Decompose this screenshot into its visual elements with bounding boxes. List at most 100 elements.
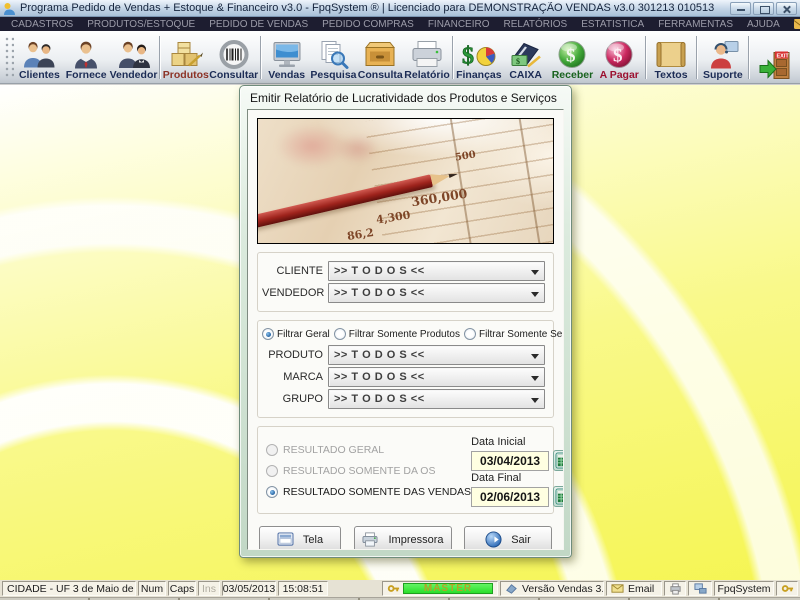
toolbar-button-clientes[interactable]: Clientes xyxy=(16,32,63,83)
filter-group: Filtrar Geral Filtrar Somente Produtos F… xyxy=(257,320,554,418)
toolbar-label-consultar: Consultar xyxy=(209,70,258,81)
exit-door-icon: EXIT xyxy=(757,50,793,81)
ledger-lines xyxy=(364,118,554,244)
toolbar-button-relatorio[interactable]: Relatório xyxy=(404,32,451,83)
impressora-button[interactable]: Impressora xyxy=(354,526,452,550)
grupo-label: GRUPO xyxy=(262,393,328,405)
toolbar-button-receber[interactable]: $ Receber xyxy=(549,32,596,83)
status-email-panel[interactable]: Email xyxy=(606,581,662,596)
date-range: Data Inicial 03/04/2013 Data Final 02/06… xyxy=(471,435,564,507)
toolbar-button-fornece[interactable]: Fornece xyxy=(63,32,110,83)
mail-icon xyxy=(611,582,624,595)
toolbar-button-textos[interactable]: Textos xyxy=(648,32,695,83)
toolbar-label-caixa: CAIXA xyxy=(509,70,542,81)
tela-button[interactable]: Tela xyxy=(259,526,341,550)
printer-icon xyxy=(409,39,445,70)
menu-item-pedido-de-vendas[interactable]: PEDIDO DE VENDAS xyxy=(202,19,315,30)
toolbar-label-suporte: Suporte xyxy=(703,70,743,81)
key-icon xyxy=(781,582,794,595)
calendar-icon xyxy=(555,488,564,505)
toolbar-button-exit[interactable]: EXIT xyxy=(751,32,798,83)
vendedor-select[interactable]: >> T O D O S << xyxy=(328,283,545,303)
status-printer-panel[interactable] xyxy=(664,581,686,596)
sair-button[interactable]: Sair xyxy=(464,526,552,550)
menu-item-relatorios[interactable]: RELATÓRIOS xyxy=(497,19,575,30)
printer-icon xyxy=(361,532,379,547)
data-inicial-field[interactable]: 03/04/2013 xyxy=(471,451,549,471)
svg-text:$: $ xyxy=(462,44,474,70)
minimize-button[interactable] xyxy=(730,2,751,15)
menu-item-estatistica[interactable]: ESTATISTICA xyxy=(574,19,651,30)
network-icon xyxy=(694,582,707,595)
status-num-lock: Num xyxy=(138,581,166,596)
produto-select[interactable]: >> T O D O S << xyxy=(328,345,545,365)
menu-item-produtos-estoque[interactable]: PRODUTOS/ESTOQUE xyxy=(80,19,202,30)
selector-group-cliente-vendedor: CLIENTE >> T O D O S << VENDEDOR >> T O … xyxy=(257,252,554,312)
toolbar-label-fornece: Fornece xyxy=(66,70,107,81)
calendar-button-inicial[interactable] xyxy=(553,450,564,471)
toolbar-button-vendas[interactable]: Vendas xyxy=(263,32,310,83)
grupo-select[interactable]: >> T O D O S << xyxy=(328,389,545,409)
ledger-number: 86,2 xyxy=(346,226,375,243)
barcode-icon xyxy=(216,39,252,70)
cashbook-icon: $ xyxy=(508,39,544,70)
radio-resultado-geral[interactable]: RESULTADO GERAL xyxy=(266,444,471,456)
scroll-icon xyxy=(653,39,689,70)
data-inicial-label: Data Inicial xyxy=(471,436,564,448)
status-user: MASTER xyxy=(403,583,493,594)
menu-item-cadastros[interactable]: CADASTROS xyxy=(4,19,80,30)
close-button[interactable] xyxy=(776,2,797,15)
menu-item-ajuda[interactable]: AJUDA xyxy=(740,19,787,30)
toolbar-separator xyxy=(748,36,749,79)
status-version: Versão Vendas 3.0 xyxy=(522,583,604,595)
printer-icon xyxy=(669,582,682,595)
cliente-select[interactable]: >> T O D O S << xyxy=(328,261,545,281)
menu-item-ferramentas[interactable]: FERRAMENTAS xyxy=(651,19,740,30)
toolbar-button-produtos[interactable]: Produtos xyxy=(162,32,209,83)
toolbar-button-caixa[interactable]: $ CAIXA xyxy=(502,32,549,83)
monitor-icon xyxy=(269,39,305,70)
status-network-panel[interactable] xyxy=(688,581,712,596)
mail-icon xyxy=(794,19,800,29)
toolbar-button-suporte[interactable]: Suporte xyxy=(699,32,746,83)
toolbar-button-vendedor[interactable]: Vendedor xyxy=(110,32,158,83)
toolbar-button-a-pagar[interactable]: $ A Pagar xyxy=(596,32,643,83)
radio-filtrar-somente-produtos[interactable]: Filtrar Somente Produtos xyxy=(334,328,460,340)
status-version-panel: Versão Vendas 3.0 xyxy=(500,581,604,596)
radio-resultado-somente-da-os[interactable]: RESULTADO SOMENTE DA OS xyxy=(266,465,471,477)
status-spacer xyxy=(330,581,380,596)
status-user-panel: MASTER xyxy=(382,581,498,596)
radio-filtrar-geral[interactable]: Filtrar Geral xyxy=(262,328,330,340)
status-time: 15:08:51 xyxy=(278,581,328,596)
radio-filtrar-somente-servicos[interactable]: Filtrar Somente Serviços xyxy=(464,328,564,340)
toolbar-label-relatorio: Relatório xyxy=(404,70,450,81)
finance-icon: $ xyxy=(461,39,497,70)
key-icon xyxy=(387,582,400,595)
status-brand: FpqSystem xyxy=(714,581,774,596)
svg-text:EXIT: EXIT xyxy=(776,53,789,59)
marca-select[interactable]: >> T O D O S << xyxy=(328,367,545,387)
calendar-button-final[interactable] xyxy=(553,486,564,507)
menu-item-email[interactable]: E-MAIL xyxy=(787,19,800,30)
toolbar-label-financas: Finanças xyxy=(456,70,502,81)
salesperson-icon xyxy=(116,39,152,70)
dialog-title: Emitir Relatório de Lucratividade dos Pr… xyxy=(247,86,564,109)
pay-money-icon: $ xyxy=(601,39,637,70)
toolbar-button-consultar[interactable]: Consultar xyxy=(209,32,258,83)
toolbar-button-financas[interactable]: $ Finanças xyxy=(455,32,502,83)
status-date: 03/05/2013 xyxy=(222,581,276,596)
menu-item-pedido-compras[interactable]: PEDIDO COMPRAS xyxy=(315,19,421,30)
status-email: Email xyxy=(628,583,654,595)
radio-dot xyxy=(266,444,278,456)
toolbar-button-pesquisa[interactable]: Pesquisa xyxy=(310,32,357,83)
toolbar-button-consulta[interactable]: Consulta xyxy=(357,32,404,83)
menu-item-financeiro[interactable]: FINANCEIRO xyxy=(421,19,497,30)
radio-resultado-somente-das-vendas[interactable]: RESULTADO SOMENTE DAS VENDAS xyxy=(266,486,471,498)
products-boxes-icon xyxy=(168,39,204,70)
data-final-field[interactable]: 02/06/2013 xyxy=(471,487,549,507)
dialog-content: 500 360,000 4,300 86,2 CLIENTE >> T O D … xyxy=(247,109,564,550)
maximize-button[interactable] xyxy=(753,2,774,15)
report-dialog: Emitir Relatório de Lucratividade dos Pr… xyxy=(239,85,572,558)
cliente-label: CLIENTE xyxy=(262,265,328,277)
vendedor-label: VENDEDOR xyxy=(262,287,328,299)
